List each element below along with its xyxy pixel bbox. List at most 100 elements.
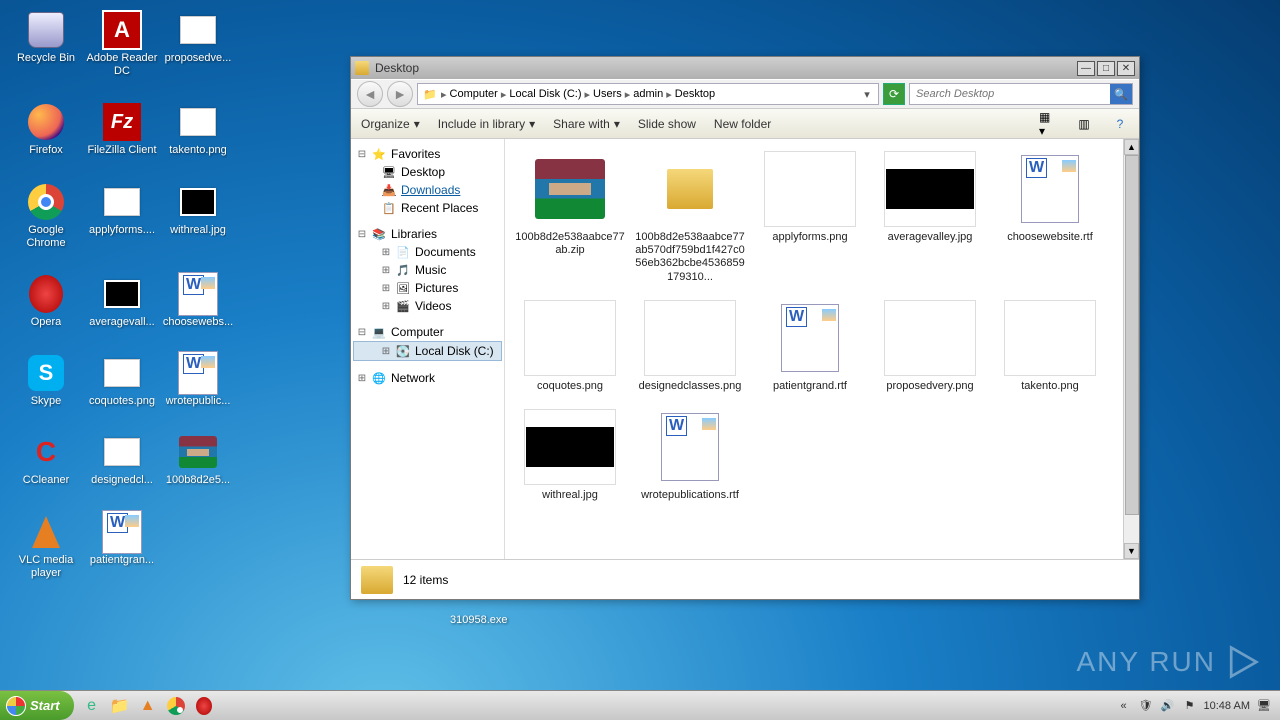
refresh-button[interactable]: ⟳ [883, 83, 905, 105]
desktop-icon[interactable]: applyforms.... [86, 182, 158, 250]
organize-menu[interactable]: Organize ▾ [361, 117, 420, 131]
view-button[interactable]: ▦ ▾ [1039, 116, 1057, 132]
search-icon[interactable]: 🔍 [1110, 84, 1132, 104]
file-item[interactable]: patientgrand.rtf [751, 296, 869, 397]
scroll-thumb[interactable] [1125, 155, 1139, 515]
app-icon: Fz [102, 102, 142, 142]
nav-item-downloads[interactable]: 📥Downloads [353, 181, 502, 199]
tray-monitor-icon[interactable]: 🖥 [1256, 698, 1272, 714]
crumb-admin[interactable]: admin [633, 88, 663, 100]
share-menu[interactable]: Share with ▾ [553, 117, 620, 131]
app-icon [178, 102, 218, 142]
desktop-icon[interactable]: AAdobe Reader DC [86, 10, 158, 78]
task-vlc[interactable]: ▲ [136, 695, 160, 717]
desktop-icon[interactable]: patientgran... [86, 512, 158, 580]
nav-item-localdisk[interactable]: ⊞💽Local Disk (C:) [353, 341, 502, 361]
desktop-icon[interactable]: 100b8d2e5... [162, 432, 234, 487]
desktop-icon[interactable]: wrotepublic... [162, 353, 234, 408]
file-thumb [644, 300, 736, 376]
desktop-icon[interactable]: withreal.jpg [162, 182, 234, 250]
tray-flag-icon[interactable]: ⚑ [1182, 698, 1198, 714]
scroll-up[interactable]: ▲ [1124, 139, 1139, 155]
search-input[interactable] [910, 88, 1110, 100]
crumb-computer[interactable]: Computer [450, 88, 498, 100]
desktop-icon[interactable]: takento.png [162, 102, 234, 157]
desktop-icon[interactable]: SSkype [10, 353, 82, 408]
minimize-button[interactable]: — [1077, 61, 1095, 76]
file-label: patientgrand.rtf [773, 380, 847, 393]
task-explorer[interactable]: 📁 [108, 695, 132, 717]
include-menu[interactable]: Include in library ▾ [438, 117, 535, 131]
help-icon[interactable]: ? [1111, 116, 1129, 132]
nav-item-videos[interactable]: ⊞🎬Videos [353, 297, 502, 315]
desktop-icon[interactable]: CCCleaner [10, 432, 82, 487]
scrollbar[interactable]: ▲ ▼ [1123, 139, 1139, 559]
crumb-desktop[interactable]: Desktop [675, 88, 715, 100]
address-bar[interactable]: 📁 ▸ Computer▸ Local Disk (C:)▸ Users▸ ad… [417, 83, 879, 105]
desktop-icon[interactable]: choosewebs... [162, 274, 234, 329]
file-item[interactable]: choosewebsite.rtf [991, 147, 1109, 288]
file-item[interactable]: 100b8d2e538aabce77ab.zip [511, 147, 629, 288]
nav-item-pictures[interactable]: ⊞🖼Pictures [353, 279, 502, 297]
file-item[interactable]: takento.png [991, 296, 1109, 397]
desktop-icon[interactable]: Google Chrome [10, 182, 82, 250]
file-item[interactable]: proposedvery.png [871, 296, 989, 397]
task-ie[interactable]: e [80, 695, 104, 717]
file-thumb [644, 409, 736, 485]
nav-libraries[interactable]: ⊟📚Libraries [353, 225, 502, 243]
task-chrome[interactable] [164, 695, 188, 717]
newfolder-button[interactable]: New folder [714, 117, 771, 131]
file-item[interactable]: 100b8d2e538aabce77ab570df759bd1f427c056e… [631, 147, 749, 288]
desktop-icon[interactable]: designedcl... [86, 432, 158, 487]
slideshow-button[interactable]: Slide show [638, 117, 696, 131]
file-thumb [1004, 151, 1096, 227]
icon-label: patientgran... [90, 554, 154, 567]
tray-volume-icon[interactable]: 🔊 [1160, 698, 1176, 714]
desktop-icon[interactable]: proposedve... [162, 10, 234, 78]
forward-button[interactable]: ► [387, 81, 413, 107]
maximize-button[interactable]: □ [1097, 61, 1115, 76]
file-thumb [764, 151, 856, 227]
icon-label: withreal.jpg [170, 224, 226, 237]
clock[interactable]: 10:48 AM [1204, 700, 1250, 712]
window-title: Desktop [375, 61, 419, 75]
search-box[interactable]: 🔍 [909, 83, 1133, 105]
preview-button[interactable]: ▥ [1075, 116, 1093, 132]
desktop-icon[interactable]: coquotes.png [86, 353, 158, 408]
file-list[interactable]: 100b8d2e538aabce77ab.zip100b8d2e538aabce… [505, 139, 1139, 559]
tray-security-icon[interactable]: 🛡 [1138, 698, 1154, 714]
desktop-icon[interactable]: VLC media player [10, 512, 82, 580]
crumb-disk[interactable]: Local Disk (C:) [509, 88, 581, 100]
desktop-icon[interactable]: averagevall... [86, 274, 158, 329]
titlebar[interactable]: Desktop — □ ✕ [351, 57, 1139, 79]
nav-computer[interactable]: ⊟💻Computer [353, 323, 502, 341]
nav-item-music[interactable]: ⊞🎵Music [353, 261, 502, 279]
file-label: coquotes.png [537, 380, 603, 393]
start-button[interactable]: Start [0, 691, 74, 720]
folder-icon [361, 566, 393, 594]
nav-item-documents[interactable]: ⊞📄Documents [353, 243, 502, 261]
address-dropdown[interactable]: ▾ [860, 88, 874, 101]
desktop-icon[interactable]: FzFileZilla Client [86, 102, 158, 157]
tray-expand-icon[interactable]: « [1116, 698, 1132, 714]
file-item[interactable]: withreal.jpg [511, 405, 629, 506]
file-item[interactable]: averagevalley.jpg [871, 147, 989, 288]
crumb-users[interactable]: Users [593, 88, 622, 100]
back-button[interactable]: ◄ [357, 81, 383, 107]
file-item[interactable]: coquotes.png [511, 296, 629, 397]
close-button[interactable]: ✕ [1117, 61, 1135, 76]
nav-network[interactable]: ⊞🌐Network [353, 369, 502, 387]
nav-item-desktop[interactable]: 🖥Desktop [353, 163, 502, 181]
nav-item-recent[interactable]: 📋Recent Places [353, 199, 502, 217]
desktop-icon[interactable]: Opera [10, 274, 82, 329]
file-item[interactable]: applyforms.png [751, 147, 869, 288]
stray-exe-label[interactable]: 310958.exe [450, 614, 508, 626]
icon-label: Recycle Bin [17, 52, 75, 65]
desktop-icon[interactable]: Recycle Bin [10, 10, 82, 78]
task-opera[interactable] [192, 695, 216, 717]
file-item[interactable]: designedclasses.png [631, 296, 749, 397]
desktop-icon[interactable]: Firefox [10, 102, 82, 157]
nav-favorites[interactable]: ⊟⭐Favorites [353, 145, 502, 163]
scroll-down[interactable]: ▼ [1124, 543, 1139, 559]
file-item[interactable]: wrotepublications.rtf [631, 405, 749, 506]
